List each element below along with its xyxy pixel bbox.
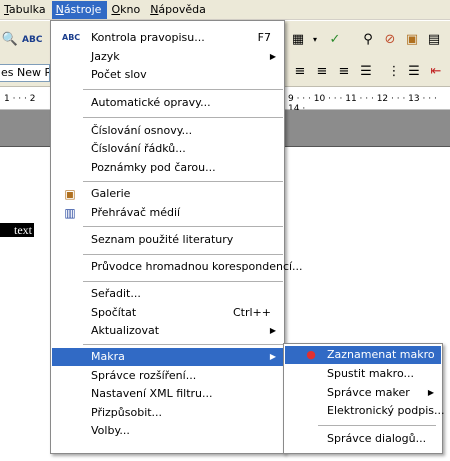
gallery-icon: ▣: [64, 187, 76, 201]
datasource-icon[interactable]: ▤: [424, 30, 444, 50]
menu-tabulka[interactable]: Tabulka: [0, 1, 52, 19]
menu-item-media-player[interactable]: ▥ Přehrávač médií: [52, 204, 283, 222]
submenu-item-record-macro[interactable]: ● Zaznamenat makro: [285, 346, 441, 364]
menu-separator: [83, 117, 283, 118]
menu-separator: [83, 181, 283, 182]
menu-napoveda[interactable]: Nápověda: [146, 1, 212, 19]
navigator-icon[interactable]: ⊘: [380, 30, 400, 50]
submenu-item-run-macro[interactable]: Spustit makro...: [285, 365, 441, 383]
menu-nastroje[interactable]: Nástroje: [51, 0, 108, 19]
menu-item-xml-filter[interactable]: Nastavení XML filtru...: [52, 385, 283, 403]
menu-bar: Tabulka Nástroje Okno Nápověda: [0, 0, 450, 20]
media-player-icon: ▥: [64, 206, 76, 220]
tools-menu: ABC Kontrola pravopisu... F7 Jazyk ▶ Poč…: [50, 20, 303, 454]
menu-item-gallery[interactable]: ▣ Galerie: [52, 185, 283, 203]
menu-item-autocorrect[interactable]: Automatické opravy...: [52, 94, 283, 112]
font-name-field[interactable]: es New Ro: [0, 64, 50, 82]
menu-item-word-count[interactable]: Počet slov: [52, 66, 283, 84]
menu-item-options[interactable]: Volby...: [52, 422, 283, 440]
menu-separator: [83, 89, 283, 90]
find-icon[interactable]: ⚲: [358, 30, 378, 50]
submenu-item-digital-signature[interactable]: Elektronický podpis...: [285, 402, 444, 420]
menu-separator: [83, 226, 283, 227]
submenu-item-dialog-manager[interactable]: Správce dialogů...: [285, 430, 441, 448]
numbering-icon[interactable]: ⋮: [384, 62, 404, 82]
submenu-item-macro-organizer[interactable]: Správce maker ▶: [285, 384, 441, 402]
menu-item-calculate[interactable]: Spočítat Ctrl++: [52, 304, 283, 322]
record-macro-icon: ●: [306, 348, 316, 361]
align-left-icon[interactable]: ≡: [290, 62, 310, 82]
menu-separator: [318, 425, 436, 426]
menu-item-macros[interactable]: Makra ▶: [52, 348, 283, 366]
menu-item-line-numbering[interactable]: Číslování řádků...: [52, 140, 283, 158]
align-right-icon[interactable]: ≡: [334, 62, 354, 82]
submenu-arrow-icon: ▶: [269, 52, 276, 61]
menu-item-customize[interactable]: Přizpůsobit...: [52, 404, 283, 422]
macros-submenu: ● Zaznamenat makro Spustit makro... Sprá…: [283, 343, 444, 454]
menu-item-mail-merge[interactable]: Průvodce hromadnou korespondencí...: [52, 258, 303, 276]
bullets-icon[interactable]: ☰: [404, 62, 424, 82]
ruler-left-marks: 1 · · · 2: [4, 94, 36, 104]
menu-item-language[interactable]: Jazyk ▶: [52, 48, 283, 66]
menu-item-spelling[interactable]: ABC Kontrola pravopisu... F7: [52, 29, 283, 47]
menu-separator: [83, 344, 283, 345]
selected-text[interactable]: text: [0, 223, 34, 237]
menu-separator: [83, 254, 283, 255]
menu-item-outline-numbering[interactable]: Číslování osnovy...: [52, 122, 283, 140]
justify-icon[interactable]: ☰: [356, 62, 376, 82]
menu-item-sort[interactable]: Seřadit...: [52, 285, 283, 303]
submenu-arrow-icon: ▶: [427, 388, 434, 397]
menu-item-bibliography[interactable]: Seznam použité literatury: [52, 231, 283, 249]
spellcheck-icon[interactable]: ABC: [22, 30, 42, 50]
draw-icon[interactable]: ✓: [325, 30, 345, 50]
menu-separator: [83, 281, 283, 282]
gallery-icon[interactable]: ▣: [402, 30, 422, 50]
zoom-icon[interactable]: 🔍: [0, 30, 20, 50]
align-center-icon[interactable]: ≡: [312, 62, 332, 82]
table-dropdown-icon[interactable]: ▾: [305, 30, 325, 50]
submenu-arrow-icon: ▶: [269, 326, 276, 335]
decrease-indent-icon[interactable]: ⇤: [426, 62, 446, 82]
spellcheck-icon: ABC: [62, 33, 81, 42]
submenu-arrow-icon: ▶: [269, 352, 276, 361]
menu-item-update[interactable]: Aktualizovat ▶: [52, 322, 283, 340]
menu-item-footnotes[interactable]: Poznámky pod čarou...: [52, 159, 283, 177]
menu-item-extension-manager[interactable]: Správce rozšíření...: [52, 367, 283, 385]
menu-okno[interactable]: Okno: [107, 1, 146, 19]
